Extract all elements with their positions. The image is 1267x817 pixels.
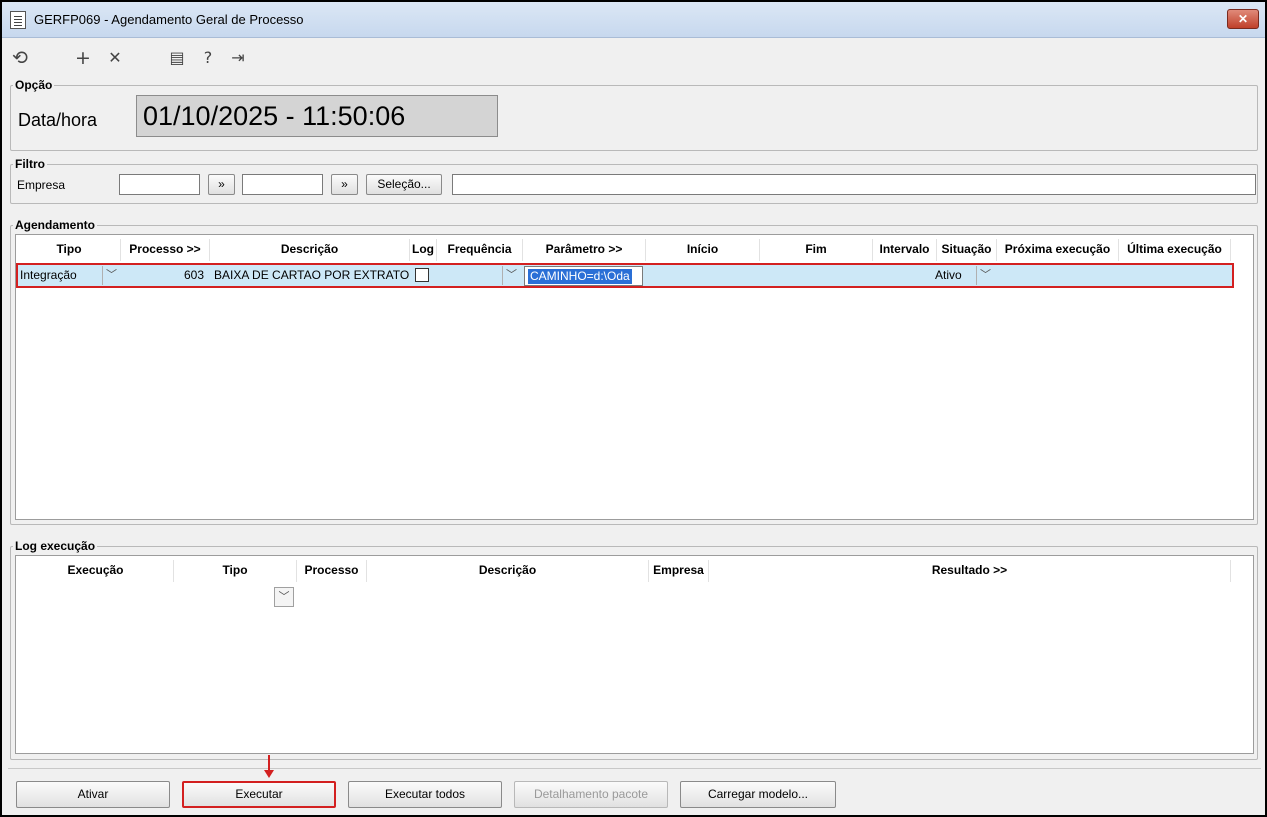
agendamento-legend: Agendamento xyxy=(13,218,98,232)
parametro-input[interactable]: CAMINHO=d:\Oda xyxy=(524,266,643,286)
selecao-display-field xyxy=(452,174,1256,195)
detalhamento-pacote-button: Detalhamento pacote xyxy=(514,781,668,808)
col-header-processo[interactable]: Processo >> xyxy=(121,239,210,261)
log-col-header-tipo[interactable]: Tipo xyxy=(174,560,297,582)
cell-fim[interactable] xyxy=(762,265,875,286)
executar-todos-button[interactable]: Executar todos xyxy=(348,781,502,808)
undo-icon[interactable]: ⟲ xyxy=(10,47,30,69)
col-header-tipo[interactable]: Tipo xyxy=(18,239,121,261)
parametro-selected-text: CAMINHO=d:\Oda xyxy=(528,269,632,284)
datahora-label: Data/hora xyxy=(18,110,98,130)
cell-descricao[interactable]: BAIXA DE CARTAO POR EXTRATO xyxy=(214,265,411,286)
situacao-dropdown-chevron-icon[interactable]: ﹀ xyxy=(976,266,994,285)
document-icon xyxy=(10,11,26,29)
log-execucao-legend: Log execução xyxy=(13,539,98,553)
cell-situacao[interactable]: Ativo xyxy=(935,265,975,286)
cell-ultima-execucao[interactable] xyxy=(1121,265,1231,286)
window-title: GERFP069 - Agendamento Geral de Processo xyxy=(34,12,304,27)
col-header-frequencia[interactable]: Frequência xyxy=(437,239,523,261)
log-execucao-grid[interactable]: Execução Tipo Processo Descrição Empresa… xyxy=(15,555,1254,754)
empresa-label: Empresa xyxy=(17,178,66,192)
log-col-header-empresa[interactable]: Empresa xyxy=(649,560,709,582)
tipo-dropdown-chevron-icon[interactable]: ﹀ xyxy=(102,266,120,285)
title-bar: GERFP069 - Agendamento Geral de Processo… xyxy=(2,2,1265,38)
datahora-field: 01/10/2025 - 11:50:06 xyxy=(136,95,498,137)
col-header-parametro[interactable]: Parâmetro >> xyxy=(523,239,646,261)
log-col-header-descricao[interactable]: Descrição xyxy=(367,560,649,582)
cell-intervalo[interactable] xyxy=(875,265,935,286)
col-header-ultima-execucao[interactable]: Última execução xyxy=(1119,239,1231,261)
log-col-header-resultado[interactable]: Resultado >> xyxy=(709,560,1231,582)
bottom-separator xyxy=(8,768,1261,769)
cell-inicio[interactable] xyxy=(648,265,762,286)
selecao-button[interactable]: Seleção... xyxy=(366,174,442,195)
empresa-from-input[interactable] xyxy=(119,174,200,195)
frequencia-dropdown-chevron-icon[interactable]: ﹀ xyxy=(502,266,520,285)
col-header-log[interactable]: Log xyxy=(410,239,437,261)
filtro-group: Filtro Empresa » » Seleção... xyxy=(10,157,1258,204)
calendar-icon[interactable]: ▤ xyxy=(167,47,187,69)
agendamento-group: Agendamento Tipo Processo >> Descrição L… xyxy=(10,218,1258,525)
carregar-modelo-button[interactable]: Carregar modelo... xyxy=(680,781,836,808)
col-header-proxima-execucao[interactable]: Próxima execução xyxy=(997,239,1119,261)
add-icon[interactable]: + xyxy=(73,47,93,69)
toolbar: ⟲ + ✕ ▤ ? ⇥ xyxy=(2,42,1265,76)
col-header-fim[interactable]: Fim xyxy=(760,239,873,261)
annotation-arrow-icon xyxy=(264,770,274,778)
exit-icon[interactable]: ⇥ xyxy=(228,47,248,69)
delete-icon[interactable]: ✕ xyxy=(105,47,125,69)
col-header-descricao[interactable]: Descrição xyxy=(210,239,410,261)
cell-processo[interactable]: 603 xyxy=(121,265,206,286)
col-header-inicio[interactable]: Início xyxy=(646,239,760,261)
log-tipo-dropdown-chevron-icon[interactable]: ﹀ xyxy=(274,587,294,607)
log-execucao-group: Log execução Execução Tipo Processo Desc… xyxy=(10,539,1258,760)
log-col-header-execucao[interactable]: Execução xyxy=(18,560,174,582)
cell-frequencia[interactable] xyxy=(439,265,501,286)
empresa-to-lookup-button[interactable]: » xyxy=(331,174,358,195)
cell-tipo[interactable]: Integração xyxy=(20,265,100,286)
help-icon[interactable]: ? xyxy=(198,47,218,69)
agendamento-grid[interactable]: Tipo Processo >> Descrição Log Frequênci… xyxy=(15,234,1254,520)
empresa-to-input[interactable] xyxy=(242,174,323,195)
table-row[interactable]: Integração ﹀ 603 BAIXA DE CARTAO POR EXT… xyxy=(16,263,1234,288)
cell-proxima-execucao[interactable] xyxy=(999,265,1121,286)
log-checkbox[interactable] xyxy=(415,268,429,282)
col-header-situacao[interactable]: Situação xyxy=(937,239,997,261)
empresa-from-lookup-button[interactable]: » xyxy=(208,174,235,195)
close-button[interactable]: ✕ xyxy=(1227,9,1259,29)
filtro-legend: Filtro xyxy=(13,157,47,171)
log-col-header-processo[interactable]: Processo xyxy=(297,560,367,582)
ativar-button[interactable]: Ativar xyxy=(16,781,170,808)
executar-button[interactable]: Executar xyxy=(182,781,336,808)
opcao-legend: Opção xyxy=(13,78,55,92)
main-window: GERFP069 - Agendamento Geral de Processo… xyxy=(0,0,1267,817)
opcao-group: Opção Data/hora 01/10/2025 - 11:50:06 xyxy=(10,78,1258,151)
col-header-intervalo[interactable]: Intervalo xyxy=(873,239,937,261)
